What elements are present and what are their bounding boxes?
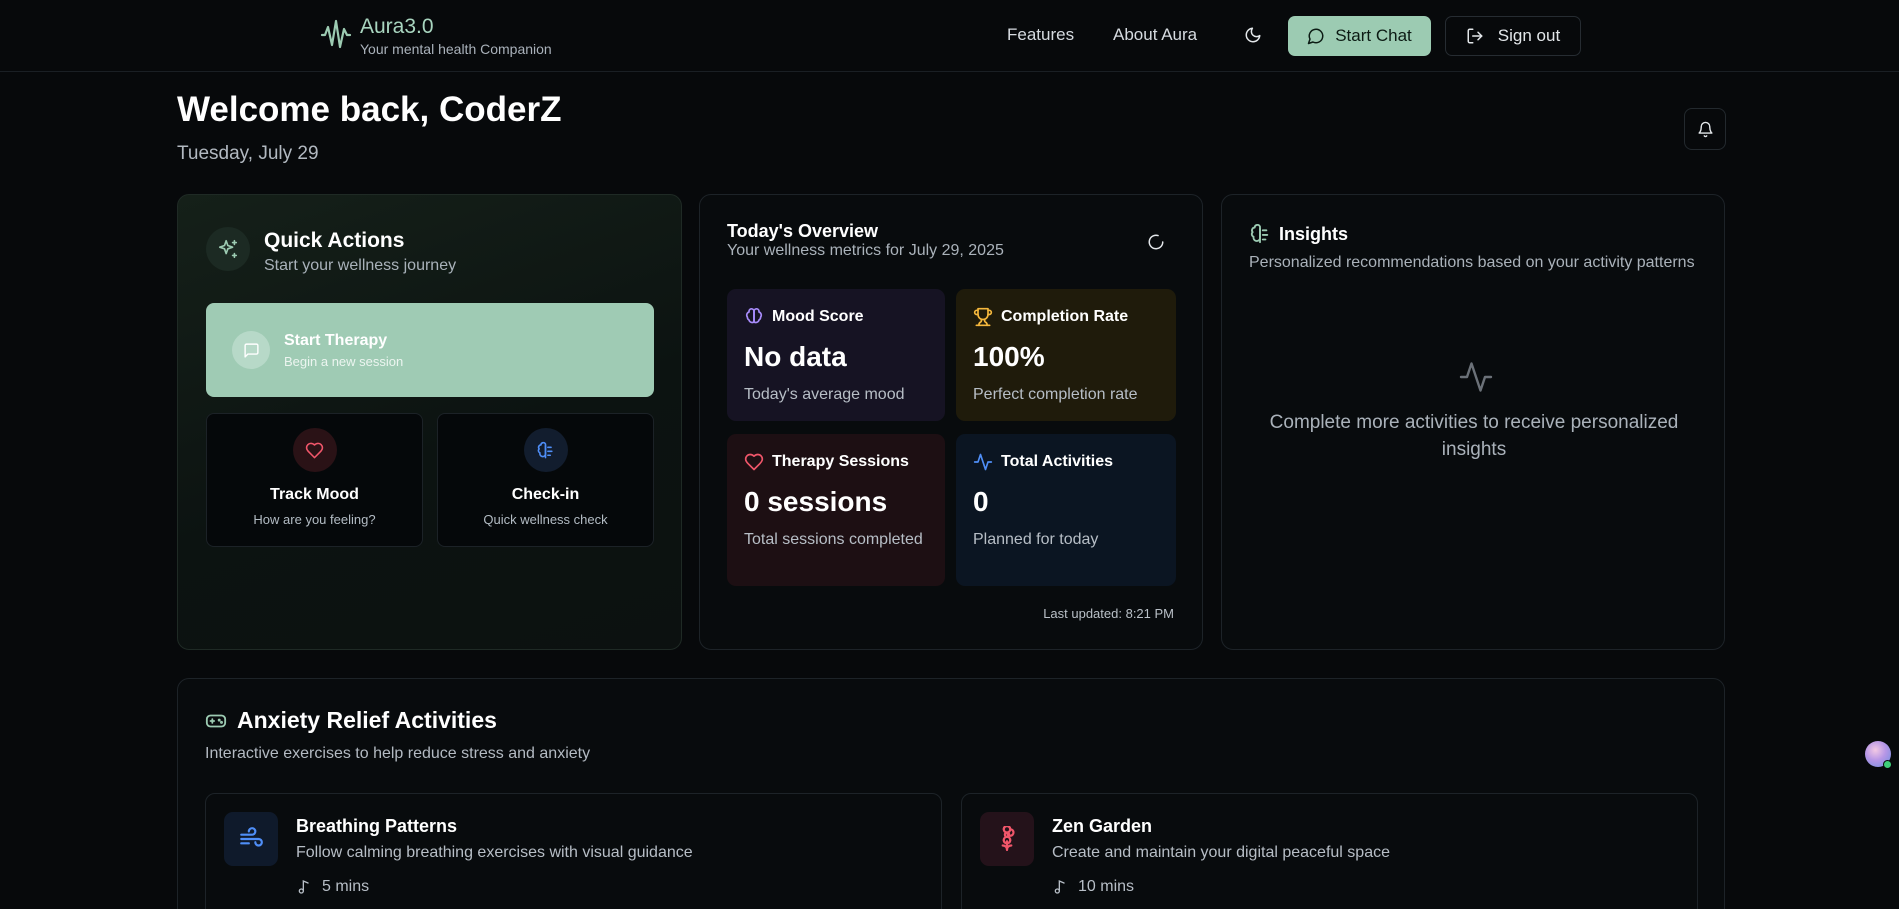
- overview-title: Today's Overview: [727, 221, 879, 241]
- start-chat-label: Start Chat: [1335, 26, 1412, 45]
- track-mood-button[interactable]: Track Mood How are you feeling?: [206, 413, 423, 547]
- activity-description: Follow calming breathing exercises with …: [296, 844, 693, 861]
- trophy-icon: [973, 307, 993, 327]
- anxiety-relief-header: Anxiety Relief Activities: [205, 707, 497, 734]
- flower-icon: [980, 812, 1034, 866]
- quick-actions-header: Quick Actions Start your wellness journe…: [206, 227, 456, 275]
- heart-icon: [292, 428, 337, 472]
- track-mood-subtitle: How are you feeling?: [253, 512, 376, 527]
- completion-rate-desc: Perfect completion rate: [973, 386, 1138, 403]
- activity-title: Zen Garden: [1052, 816, 1153, 836]
- anxiety-relief-subtitle: Interactive exercises to help reduce str…: [205, 745, 591, 762]
- todays-overview-card: Today's Overview Your wellness metrics f…: [699, 194, 1203, 650]
- start-therapy-title: Start Therapy: [284, 331, 388, 349]
- sign-out-label: Sign out: [1497, 26, 1561, 45]
- insights-header: Insights: [1249, 223, 1348, 245]
- check-in-subtitle: Quick wellness check: [483, 512, 608, 527]
- activity-duration-text: 10 mins: [1078, 878, 1135, 895]
- activity-icon: [1458, 359, 1494, 395]
- music-note-icon: [296, 879, 312, 895]
- logout-icon: [1466, 27, 1484, 45]
- bell-icon: [1697, 121, 1714, 138]
- moon-icon[interactable]: [1244, 26, 1262, 44]
- insights-title: Insights: [1279, 223, 1349, 244]
- activity-duration: 10 mins: [1052, 878, 1134, 896]
- mood-score-metric: Mood Score No data Today's average mood: [727, 289, 945, 421]
- brand-tagline: Your mental health Companion: [360, 41, 552, 57]
- activity-duration: 5 mins: [296, 878, 369, 896]
- refresh-icon[interactable]: [1147, 233, 1165, 251]
- nav-about-link[interactable]: About Aura: [1113, 25, 1197, 45]
- total-activities-value: 0: [973, 486, 989, 517]
- top-navbar: Aura3.0 Your mental health Companion Fea…: [0, 0, 1899, 72]
- brain-icon: [744, 307, 764, 327]
- activity-card-breathing[interactable]: Breathing Patterns Follow calming breath…: [205, 793, 942, 909]
- heart-icon: [744, 452, 764, 472]
- message-icon: [1307, 27, 1325, 45]
- activity-description: Create and maintain your digital peacefu…: [1052, 844, 1390, 861]
- total-activities-label: Total Activities: [1001, 453, 1114, 470]
- therapy-sessions-label: Therapy Sessions: [772, 453, 909, 470]
- soundwave-icon: [320, 18, 352, 58]
- start-therapy-subtitle: Begin a new session: [284, 353, 404, 369]
- mood-score-desc: Today's average mood: [744, 386, 905, 403]
- check-in-button[interactable]: Check-in Quick wellness check: [437, 413, 654, 547]
- therapy-sessions-value: 0 sessions: [744, 486, 888, 517]
- activity-title: Breathing Patterns: [296, 816, 458, 836]
- sparkles-icon: [206, 227, 250, 271]
- insights-card: Insights Personalized recommendations ba…: [1221, 194, 1725, 650]
- brand-name: Aura3.0: [360, 15, 434, 38]
- online-status-dot: [1883, 760, 1892, 769]
- last-updated-text: Last updated: 8:21 PM: [1043, 606, 1174, 621]
- activity-card-zen-garden[interactable]: Zen Garden Create and maintain your digi…: [961, 793, 1698, 909]
- current-date: Tuesday, July 29: [177, 143, 319, 164]
- brand[interactable]: Aura3.0 Your mental health Companion: [320, 14, 552, 58]
- activity-icon: [973, 452, 993, 472]
- insights-empty-message: Complete more activities to receive pers…: [1269, 412, 1679, 460]
- nav-features-link[interactable]: Features: [1007, 25, 1074, 45]
- start-chat-button[interactable]: Start Chat: [1288, 16, 1431, 56]
- overview-subtitle: Your wellness metrics for July 29, 2025: [727, 242, 1004, 259]
- page-title: Welcome back, CoderZ: [177, 90, 562, 129]
- quick-actions-title: Quick Actions: [264, 229, 405, 252]
- wind-icon: [224, 812, 278, 866]
- anxiety-relief-title: Anxiety Relief Activities: [237, 707, 497, 733]
- therapy-sessions-metric: Therapy Sessions 0 sessions Total sessio…: [727, 434, 945, 586]
- anxiety-relief-card: Anxiety Relief Activities Interactive ex…: [177, 678, 1725, 909]
- total-activities-desc: Planned for today: [973, 531, 1099, 548]
- activity-duration-text: 5 mins: [322, 878, 370, 895]
- music-note-icon: [1052, 879, 1068, 895]
- mood-score-value: No data: [744, 341, 847, 372]
- therapy-sessions-desc: Total sessions completed: [744, 531, 923, 548]
- sign-out-button[interactable]: Sign out: [1445, 16, 1581, 56]
- brain-icon: [523, 428, 568, 472]
- completion-rate-value: 100%: [973, 341, 1045, 372]
- check-in-title: Check-in: [511, 486, 580, 503]
- gamepad-icon: [205, 710, 227, 732]
- quick-actions-subtitle: Start your wellness journey: [264, 257, 457, 274]
- completion-rate-label: Completion Rate: [1001, 308, 1129, 325]
- message-square-icon: [232, 331, 270, 369]
- notifications-button[interactable]: [1684, 108, 1726, 150]
- brain-icon: [1249, 223, 1271, 245]
- track-mood-title: Track Mood: [270, 486, 359, 503]
- start-therapy-button[interactable]: Start Therapy Begin a new session: [206, 303, 654, 397]
- insights-subtitle: Personalized recommendations based on yo…: [1249, 254, 1695, 271]
- quick-actions-card: Quick Actions Start your wellness journe…: [177, 194, 682, 650]
- total-activities-metric: Total Activities 0 Planned for today: [956, 434, 1176, 586]
- completion-rate-metric: Completion Rate 100% Perfect completion …: [956, 289, 1176, 421]
- mood-score-label: Mood Score: [772, 308, 864, 325]
